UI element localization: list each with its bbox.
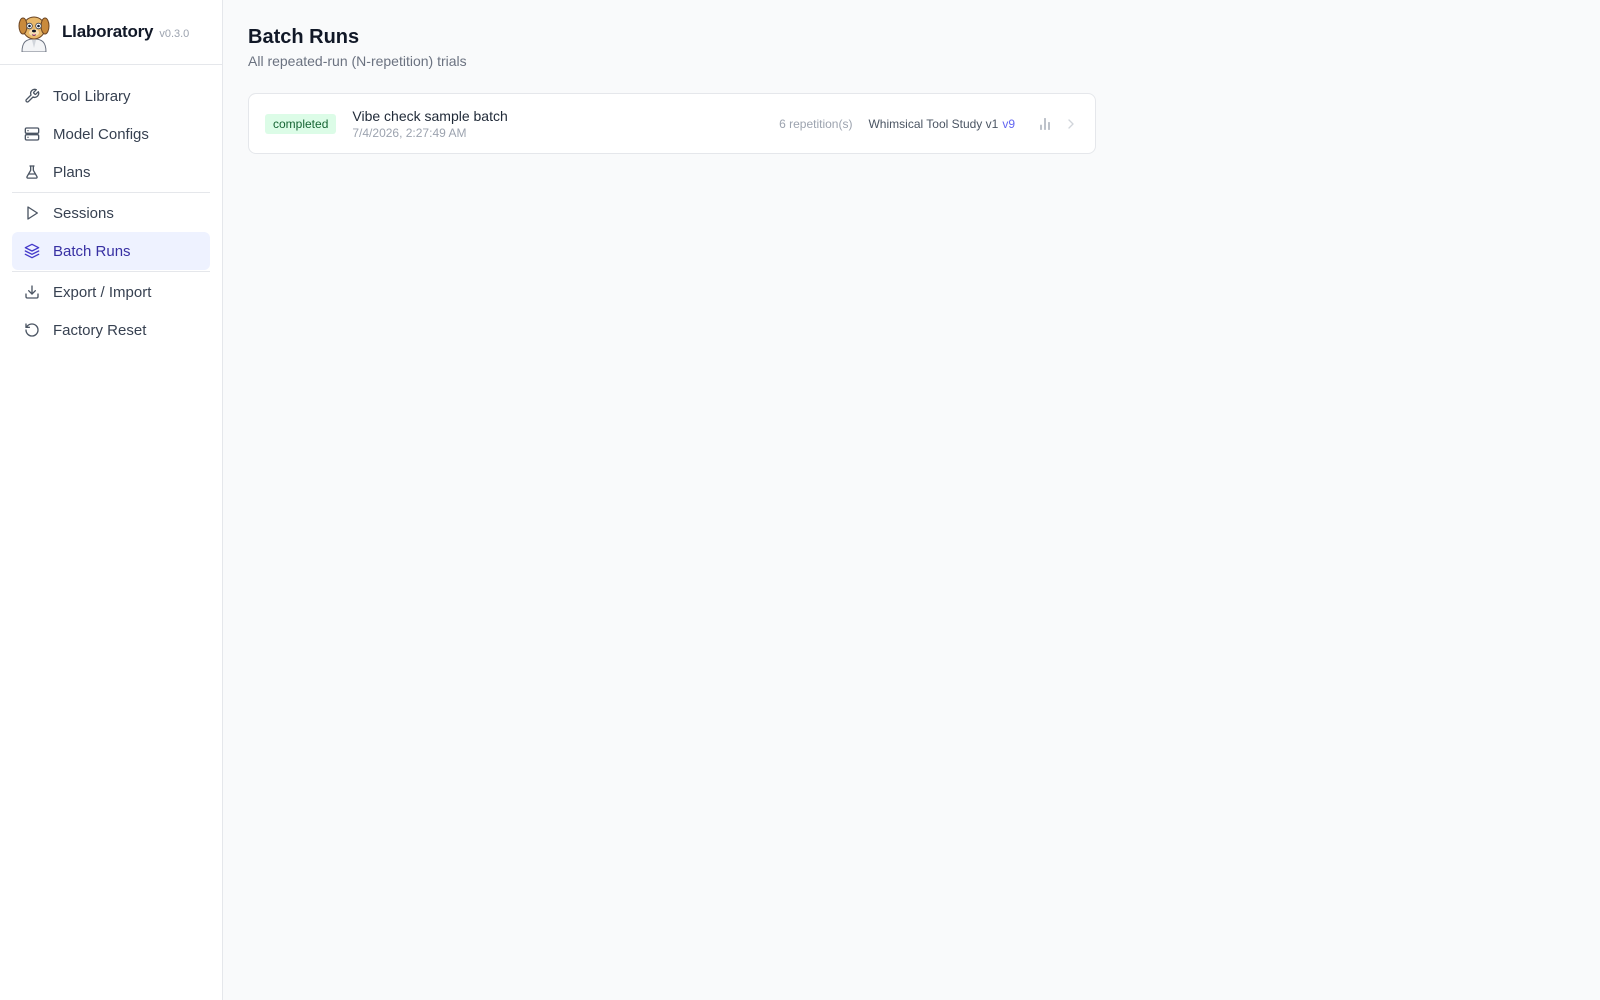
app-name: Llaboratory (62, 22, 154, 41)
run-date: 7/4/2026, 2:27:49 AM (352, 125, 467, 140)
sidebar: Llaboratory v0.3.0 Tool Library Model Co… (0, 0, 223, 1000)
sidebar-item-label: Tool Library (53, 87, 131, 105)
layers-icon (24, 243, 40, 259)
plan-version: v9 (1002, 116, 1015, 131)
bar-chart-icon[interactable] (1037, 116, 1053, 132)
brand-header: Llaboratory v0.3.0 (0, 0, 222, 65)
app-version: v0.3.0 (159, 27, 190, 40)
sidebar-item-sessions[interactable]: Sessions (12, 194, 210, 232)
play-icon (24, 205, 40, 221)
sidebar-item-model-configs[interactable]: Model Configs (12, 115, 210, 153)
rotate-ccw-icon (24, 322, 40, 338)
status-badge: completed (265, 113, 337, 134)
sidebar-item-label: Factory Reset (53, 321, 147, 339)
page-subtitle: All repeated-run (N-repetition) trials (248, 53, 467, 69)
repetition-count: 6 repetition(s) (779, 116, 853, 131)
sidebar-item-label: Plans (53, 163, 91, 181)
run-info: Vibe check sample batch 7/4/2026, 2:27:4… (352, 108, 779, 140)
nav-divider (12, 192, 210, 193)
dog-scientist-logo-icon (16, 12, 52, 53)
sidebar-item-label: Export / Import (53, 283, 152, 301)
page-title: Batch Runs (248, 26, 360, 48)
chevron-right-icon[interactable] (1063, 116, 1079, 132)
server-icon (24, 126, 40, 142)
sidebar-nav: Tool Library Model Configs Plans Session… (0, 65, 222, 349)
main-content: Batch Runs All repeated-run (N-repetitio… (223, 0, 1600, 1000)
sidebar-item-factory-reset[interactable]: Factory Reset (12, 311, 210, 349)
app-root: Llaboratory v0.3.0 Tool Library Model Co… (0, 0, 1600, 1000)
sidebar-item-label: Batch Runs (53, 242, 131, 260)
sidebar-item-label: Model Configs (53, 125, 149, 143)
nav-divider (12, 271, 210, 272)
download-icon (24, 284, 40, 300)
wrench-icon (24, 88, 40, 104)
plan-name: Whimsical Tool Study v1 (868, 116, 999, 131)
sidebar-item-plans[interactable]: Plans (12, 153, 210, 191)
run-name: Vibe check sample batch (352, 107, 508, 124)
batch-run-row[interactable]: completed Vibe check sample batch 7/4/20… (248, 93, 1096, 154)
sidebar-item-export-import[interactable]: Export / Import (12, 273, 210, 311)
sidebar-item-tool-library[interactable]: Tool Library (12, 77, 210, 115)
flask-icon (24, 164, 40, 180)
sidebar-item-label: Sessions (53, 204, 114, 222)
sidebar-item-batch-runs[interactable]: Batch Runs (12, 232, 210, 270)
plan-reference: Whimsical Tool Study v1 v9 (868, 117, 1015, 131)
